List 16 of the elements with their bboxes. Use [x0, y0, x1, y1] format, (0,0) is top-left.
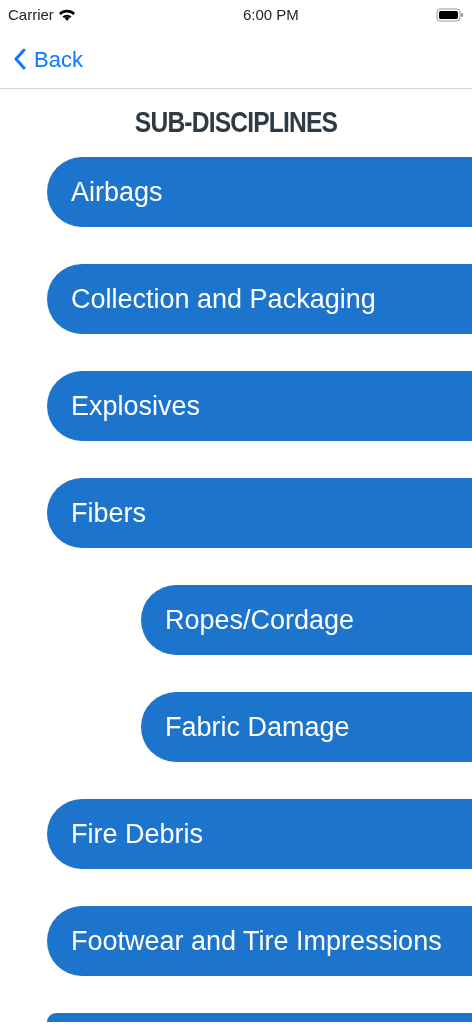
- list-item[interactable]: Fibers: [47, 478, 472, 548]
- wifi-icon: [57, 8, 76, 22]
- battery-icon: [436, 8, 464, 22]
- list-item[interactable]: Fire Debris: [47, 799, 472, 869]
- clock-time: 6:00 PM: [243, 4, 299, 25]
- carrier-label: Carrier: [8, 4, 54, 25]
- list-item[interactable]: Explosives: [47, 371, 472, 441]
- list-item[interactable]: Airbags: [47, 157, 472, 227]
- list-item[interactable]: Fabric Damage: [141, 692, 472, 762]
- list-item[interactable]: [47, 1013, 472, 1022]
- list-item[interactable]: Ropes/Cordage: [141, 585, 472, 655]
- chevron-icon: [14, 48, 26, 70]
- list-item[interactable]: Footwear and Tire Impressions: [47, 906, 472, 976]
- list-item[interactable]: Collection and Packaging: [47, 264, 472, 334]
- back-button[interactable]: Back: [14, 42, 83, 76]
- page-title: SUB-DISCIPLINES: [133, 104, 339, 140]
